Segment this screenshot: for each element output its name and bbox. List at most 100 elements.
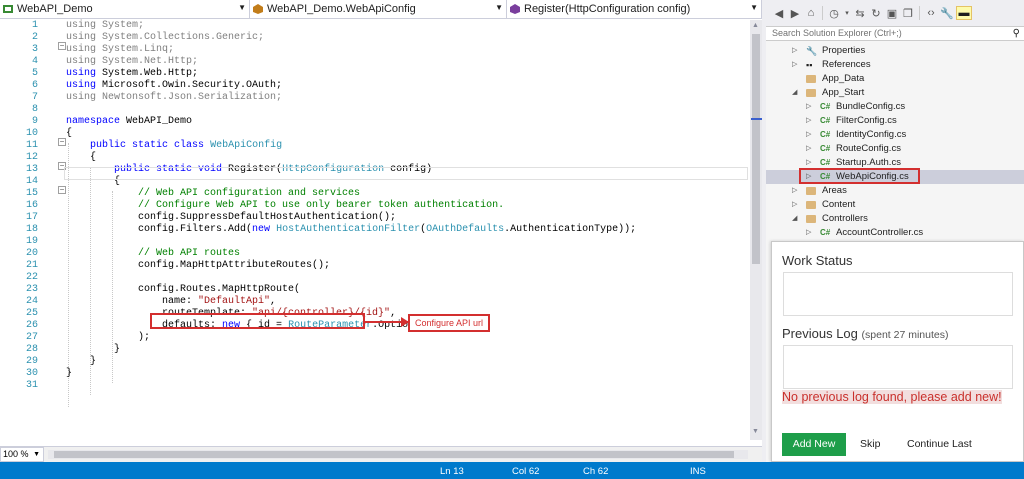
skip-button[interactable]: Skip <box>860 438 880 450</box>
code-line: // Web API configuration and services <box>66 188 360 200</box>
code-line: using System; <box>66 20 144 32</box>
vertical-scrollbar[interactable]: ▲ ▼ <box>750 20 762 440</box>
collapse-icon[interactable]: − <box>58 42 66 50</box>
expand-icon[interactable]: ▷ <box>792 198 797 212</box>
add-new-button[interactable]: Add New <box>782 433 846 456</box>
solution-tree: ▷ 🔧 Properties ▷ ▪▪ References App_Data … <box>766 42 1024 242</box>
class-dropdown[interactable]: WebAPI_Demo.WebApiConfig ▼ <box>250 0 507 18</box>
tree-item-app-data[interactable]: App_Data <box>766 72 1024 86</box>
column-indicator: Col 62 <box>512 466 540 477</box>
collapse-arrow-icon[interactable]: ◢ <box>792 86 797 100</box>
project-dropdown[interactable]: WebAPI_Demo ▼ <box>0 0 250 18</box>
chevron-down-icon: ▼ <box>750 3 758 12</box>
code-token: using <box>66 92 97 103</box>
code-token: .AuthenticationType)); <box>504 224 637 235</box>
code-line: using System.Linq; <box>66 44 174 56</box>
expand-icon[interactable]: ▷ <box>792 44 797 58</box>
tree-item-filterconfig[interactable]: ▷ C# FilterConfig.cs <box>766 114 1024 128</box>
tree-item-label: Properties <box>822 45 866 56</box>
code-token: } <box>114 344 121 355</box>
collapse-icon[interactable]: − <box>58 186 66 194</box>
code-line: // Configure Web API to use only bearer … <box>66 200 504 212</box>
zoom-dropdown[interactable]: 100 % ▼ <box>0 447 44 462</box>
previous-log-heading: Previous Log (spent 27 minutes) <box>782 326 948 341</box>
history-icon[interactable]: ◷ <box>827 6 841 20</box>
folder-icon <box>806 201 816 209</box>
continue-last-button[interactable]: Continue Last <box>907 438 972 450</box>
code-area[interactable]: − − − − using System; using System.Colle… <box>52 20 752 440</box>
back-icon[interactable]: ◀ <box>772 6 786 20</box>
line-number: 24 <box>25 296 38 307</box>
work-status-input[interactable] <box>783 272 1013 316</box>
chevron-down-icon: ▼ <box>495 3 503 12</box>
code-line: name: "DefaultApi", <box>66 296 276 308</box>
code-view-icon[interactable]: ‹› <box>924 6 938 20</box>
line-number: 29 <box>25 356 38 367</box>
tree-item-identityconfig[interactable]: ▷ C# IdentityConfig.cs <box>766 128 1024 142</box>
forward-icon[interactable]: ▶ <box>788 6 802 20</box>
code-line: namespace WebAPI_Demo <box>66 116 192 128</box>
chevron-down-icon[interactable]: ▾ <box>843 6 851 20</box>
char-indicator: Ch 62 <box>583 466 609 477</box>
collapse-arrow-icon[interactable]: ◢ <box>792 212 797 226</box>
line-number: 25 <box>25 308 38 319</box>
tree-item-references[interactable]: ▷ ▪▪ References <box>766 58 1024 72</box>
preview-icon[interactable]: ▬ <box>956 6 972 20</box>
line-number: 10 <box>25 128 38 139</box>
scroll-down-icon[interactable]: ▼ <box>752 428 759 435</box>
line-number: 31 <box>25 380 38 391</box>
line-number: 8 <box>31 104 38 115</box>
csharp-file-icon: C# <box>820 144 831 153</box>
collapse-icon[interactable]: − <box>58 138 66 146</box>
show-all-files-icon[interactable]: ❐ <box>901 6 915 20</box>
code-editor[interactable]: WebAPI_Demo ▼ WebAPI_Demo.WebApiConfig ▼… <box>0 0 762 462</box>
code-line: // Web API routes <box>66 248 240 260</box>
expand-icon[interactable]: ▷ <box>806 226 811 240</box>
code-token: new <box>252 224 271 235</box>
expand-icon[interactable]: ▷ <box>806 114 811 128</box>
code-token: HostAuthenticationFilter <box>276 224 421 235</box>
refresh-icon[interactable]: ↻ <box>869 6 883 20</box>
collapse-all-icon[interactable]: ▣ <box>885 6 899 20</box>
line-number: 14 <box>25 176 38 187</box>
line-number: 27 <box>25 332 38 343</box>
expand-icon[interactable]: ▷ <box>792 184 797 198</box>
line-number: 3 <box>31 44 38 55</box>
solution-search-input[interactable]: Search Solution Explorer (Ctrl+;) ⚲ <box>766 26 1024 41</box>
code-token: WebAPI_Demo <box>120 116 193 127</box>
code-token: using <box>66 80 97 91</box>
work-status-popup: Work Status Previous Log (spent 27 minut… <box>771 241 1024 462</box>
tree-item-bundleconfig[interactable]: ▷ C# BundleConfig.cs <box>766 100 1024 114</box>
home-icon[interactable]: ⌂ <box>804 6 818 20</box>
tree-item-areas[interactable]: ▷ Areas <box>766 184 1024 198</box>
expand-icon[interactable]: ▷ <box>806 142 811 156</box>
tree-item-routeconfig[interactable]: ▷ C# RouteConfig.cs <box>766 142 1024 156</box>
scrollbar-thumb[interactable] <box>752 34 760 264</box>
expand-icon[interactable]: ▷ <box>806 128 811 142</box>
code-line: config.MapHttpAttributeRoutes(); <box>66 260 330 272</box>
code-line: { <box>66 152 96 164</box>
code-line: public static class WebApiConfig <box>66 140 282 152</box>
member-dropdown[interactable]: Register(HttpConfiguration config) ▼ <box>507 0 762 18</box>
references-icon: ▪▪ <box>806 60 813 70</box>
tree-item-accountcontroller[interactable]: ▷ C# AccountController.cs <box>766 226 1024 240</box>
tree-item-controllers[interactable]: ◢ Controllers <box>766 212 1024 226</box>
folder-open-icon <box>806 215 816 223</box>
tree-item-content[interactable]: ▷ Content <box>766 198 1024 212</box>
tree-item-app-start[interactable]: ◢ App_Start <box>766 86 1024 100</box>
tree-item-properties[interactable]: ▷ 🔧 Properties <box>766 44 1024 58</box>
properties-icon[interactable]: 🔧 <box>940 6 954 20</box>
scroll-up-icon[interactable]: ▲ <box>752 22 759 29</box>
no-log-message: No previous log found, please add new! <box>782 389 1018 406</box>
code-token: , <box>270 296 277 307</box>
scrollbar-thumb[interactable] <box>54 451 734 458</box>
expand-icon[interactable]: ▷ <box>792 58 797 72</box>
horizontal-scrollbar[interactable] <box>48 450 748 459</box>
expand-icon[interactable]: ▷ <box>806 100 811 114</box>
code-token: , <box>390 308 397 319</box>
tree-item-label: References <box>822 59 871 70</box>
sync-icon[interactable]: ⇆ <box>853 6 867 20</box>
chevron-down-icon: ▼ <box>33 451 40 458</box>
csharp-file-icon: C# <box>820 130 831 139</box>
line-number: 11 <box>25 140 38 151</box>
